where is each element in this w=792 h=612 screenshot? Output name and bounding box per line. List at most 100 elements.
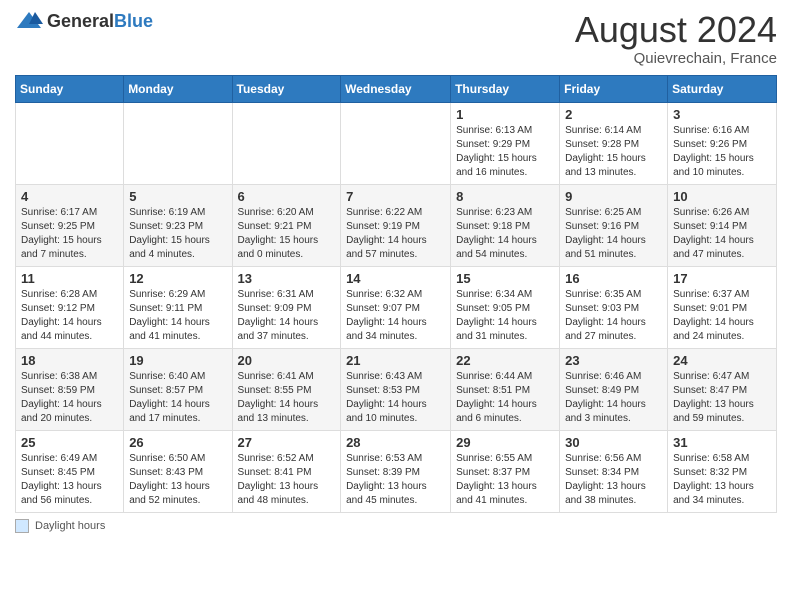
- legend-label: Daylight hours: [35, 520, 105, 532]
- calendar-cell: 24 Sunrise: 6:47 AM Sunset: 8:47 PM Dayli…: [668, 348, 777, 430]
- day-number: 18: [21, 353, 118, 368]
- day-info: Sunrise: 6:50 AM Sunset: 8:43 PM Dayligh…: [129, 452, 226, 508]
- calendar-cell: 31 Sunrise: 6:58 AM Sunset: 8:32 PM Dayli…: [668, 430, 777, 512]
- calendar-cell: 17 Sunrise: 6:37 AM Sunset: 9:01 PM Dayli…: [668, 266, 777, 348]
- day-info: Sunrise: 6:38 AM Sunset: 8:59 PM Dayligh…: [21, 370, 118, 426]
- logo: GeneralBlue: [15, 10, 153, 32]
- calendar-week-3: 11Sunrise: 6:28 AM Sunset: 9:12 PM Dayli…: [16, 266, 777, 348]
- calendar-cell: 21 Sunrise: 6:43 AM Sunset: 8:53 PM Dayli…: [341, 348, 451, 430]
- day-number: 17: [673, 271, 771, 286]
- calendar-cell: 30 Sunrise: 6:56 AM Sunset: 8:34 PM Dayli…: [560, 430, 668, 512]
- day-number: 23: [565, 353, 662, 368]
- day-info: Sunrise: 6:52 AM Sunset: 8:41 PM Dayligh…: [238, 452, 336, 508]
- day-number: 24: [673, 353, 771, 368]
- day-number: 16: [565, 271, 662, 286]
- calendar-cell: 28 Sunrise: 6:53 AM Sunset: 8:39 PM Dayli…: [341, 430, 451, 512]
- calendar-cell: 20 Sunrise: 6:41 AM Sunset: 8:55 PM Dayli…: [232, 348, 341, 430]
- day-info: Sunrise: 6:34 AM Sunset: 9:05 PM Dayligh…: [456, 288, 554, 344]
- day-info: Sunrise: 6:17 AM Sunset: 9:25 PM Dayligh…: [21, 206, 118, 262]
- day-info: Sunrise: 6:37 AM Sunset: 9:01 PM Dayligh…: [673, 288, 771, 344]
- calendar-cell: 2Sunrise: 6:14 AM Sunset: 9:28 PM Daylig…: [560, 102, 668, 184]
- day-number: 12: [129, 271, 226, 286]
- day-info: Sunrise: 6:55 AM Sunset: 8:37 PM Dayligh…: [456, 452, 554, 508]
- legend-box: [15, 519, 29, 533]
- day-info: Sunrise: 6:40 AM Sunset: 8:57 PM Dayligh…: [129, 370, 226, 426]
- calendar-table: Sunday Monday Tuesday Wednesday Thursday…: [15, 75, 777, 513]
- calendar-cell: 11Sunrise: 6:28 AM Sunset: 9:12 PM Dayli…: [16, 266, 124, 348]
- calendar-cell: 3 Sunrise: 6:16 AM Sunset: 9:26 PM Daylig…: [668, 102, 777, 184]
- day-info: Sunrise: 6:47 AM Sunset: 8:47 PM Dayligh…: [673, 370, 771, 426]
- col-tuesday: Tuesday: [232, 75, 341, 102]
- calendar-cell: 6 Sunrise: 6:20 AM Sunset: 9:21 PM Daylig…: [232, 184, 341, 266]
- day-info: Sunrise: 6:13 AM Sunset: 9:29 PM Dayligh…: [456, 124, 554, 180]
- day-number: 19: [129, 353, 226, 368]
- day-info: Sunrise: 6:14 AM Sunset: 9:28 PM Dayligh…: [565, 124, 662, 180]
- day-info: Sunrise: 6:49 AM Sunset: 8:45 PM Dayligh…: [21, 452, 118, 508]
- day-info: Sunrise: 6:35 AM Sunset: 9:03 PM Dayligh…: [565, 288, 662, 344]
- calendar-subtitle: Quievrechain, France: [575, 50, 777, 67]
- legend: Daylight hours: [15, 519, 777, 533]
- calendar-cell: 26Sunrise: 6:50 AM Sunset: 8:43 PM Dayli…: [124, 430, 232, 512]
- day-info: Sunrise: 6:20 AM Sunset: 9:21 PM Dayligh…: [238, 206, 336, 262]
- calendar-cell: 14 Sunrise: 6:32 AM Sunset: 9:07 PM Dayli…: [341, 266, 451, 348]
- title-block: August 2024 Quievrechain, France: [575, 10, 777, 67]
- calendar-cell: 9 Sunrise: 6:25 AM Sunset: 9:16 PM Daylig…: [560, 184, 668, 266]
- calendar-week-2: 4 Sunrise: 6:17 AM Sunset: 9:25 PM Daylig…: [16, 184, 777, 266]
- day-info: Sunrise: 6:46 AM Sunset: 8:49 PM Dayligh…: [565, 370, 662, 426]
- col-saturday: Saturday: [668, 75, 777, 102]
- day-info: Sunrise: 6:25 AM Sunset: 9:16 PM Dayligh…: [565, 206, 662, 262]
- calendar-cell: 27Sunrise: 6:52 AM Sunset: 8:41 PM Dayli…: [232, 430, 341, 512]
- day-number: 29: [456, 435, 554, 450]
- day-number: 20: [238, 353, 336, 368]
- calendar-cell: 29 Sunrise: 6:55 AM Sunset: 8:37 PM Dayli…: [451, 430, 560, 512]
- day-number: 3: [673, 107, 771, 122]
- day-info: Sunrise: 6:41 AM Sunset: 8:55 PM Dayligh…: [238, 370, 336, 426]
- day-number: 22: [456, 353, 554, 368]
- day-info: Sunrise: 6:23 AM Sunset: 9:18 PM Dayligh…: [456, 206, 554, 262]
- day-info: Sunrise: 6:53 AM Sunset: 8:39 PM Dayligh…: [346, 452, 445, 508]
- day-info: Sunrise: 6:58 AM Sunset: 8:32 PM Dayligh…: [673, 452, 771, 508]
- day-number: 25: [21, 435, 118, 450]
- day-number: 31: [673, 435, 771, 450]
- calendar-cell: 16 Sunrise: 6:35 AM Sunset: 9:03 PM Dayli…: [560, 266, 668, 348]
- calendar-week-4: 18 Sunrise: 6:38 AM Sunset: 8:59 PM Dayli…: [16, 348, 777, 430]
- day-number: 1: [456, 107, 554, 122]
- calendar-cell: 23 Sunrise: 6:46 AM Sunset: 8:49 PM Dayli…: [560, 348, 668, 430]
- day-number: 30: [565, 435, 662, 450]
- day-info: Sunrise: 6:16 AM Sunset: 9:26 PM Dayligh…: [673, 124, 771, 180]
- day-number: 4: [21, 189, 118, 204]
- calendar-cell: [16, 102, 124, 184]
- calendar-week-1: 1 Sunrise: 6:13 AM Sunset: 9:29 PM Daylig…: [16, 102, 777, 184]
- calendar-cell: [341, 102, 451, 184]
- day-info: Sunrise: 6:19 AM Sunset: 9:23 PM Dayligh…: [129, 206, 226, 262]
- calendar-cell: 1 Sunrise: 6:13 AM Sunset: 9:29 PM Daylig…: [451, 102, 560, 184]
- day-number: 8: [456, 189, 554, 204]
- calendar-cell: [232, 102, 341, 184]
- calendar-cell: 4 Sunrise: 6:17 AM Sunset: 9:25 PM Daylig…: [16, 184, 124, 266]
- day-number: 14: [346, 271, 445, 286]
- calendar-cell: 25 Sunrise: 6:49 AM Sunset: 8:45 PM Dayli…: [16, 430, 124, 512]
- col-friday: Friday: [560, 75, 668, 102]
- logo-icon: [15, 10, 43, 32]
- day-number: 28: [346, 435, 445, 450]
- calendar-cell: 19 Sunrise: 6:40 AM Sunset: 8:57 PM Dayli…: [124, 348, 232, 430]
- calendar-cell: 13Sunrise: 6:31 AM Sunset: 9:09 PM Dayli…: [232, 266, 341, 348]
- calendar-cell: 10Sunrise: 6:26 AM Sunset: 9:14 PM Dayli…: [668, 184, 777, 266]
- day-number: 21: [346, 353, 445, 368]
- calendar-header-row: Sunday Monday Tuesday Wednesday Thursday…: [16, 75, 777, 102]
- day-number: 9: [565, 189, 662, 204]
- calendar-cell: [124, 102, 232, 184]
- logo-blue: Blue: [114, 11, 153, 31]
- logo-text: GeneralBlue: [47, 11, 153, 32]
- calendar-week-5: 25 Sunrise: 6:49 AM Sunset: 8:45 PM Dayli…: [16, 430, 777, 512]
- day-info: Sunrise: 6:56 AM Sunset: 8:34 PM Dayligh…: [565, 452, 662, 508]
- day-info: Sunrise: 6:29 AM Sunset: 9:11 PM Dayligh…: [129, 288, 226, 344]
- day-number: 11: [21, 271, 118, 286]
- day-info: Sunrise: 6:26 AM Sunset: 9:14 PM Dayligh…: [673, 206, 771, 262]
- calendar-cell: 7Sunrise: 6:22 AM Sunset: 9:19 PM Daylig…: [341, 184, 451, 266]
- day-info: Sunrise: 6:44 AM Sunset: 8:51 PM Dayligh…: [456, 370, 554, 426]
- day-info: Sunrise: 6:31 AM Sunset: 9:09 PM Dayligh…: [238, 288, 336, 344]
- day-number: 6: [238, 189, 336, 204]
- day-info: Sunrise: 6:32 AM Sunset: 9:07 PM Dayligh…: [346, 288, 445, 344]
- day-info: Sunrise: 6:43 AM Sunset: 8:53 PM Dayligh…: [346, 370, 445, 426]
